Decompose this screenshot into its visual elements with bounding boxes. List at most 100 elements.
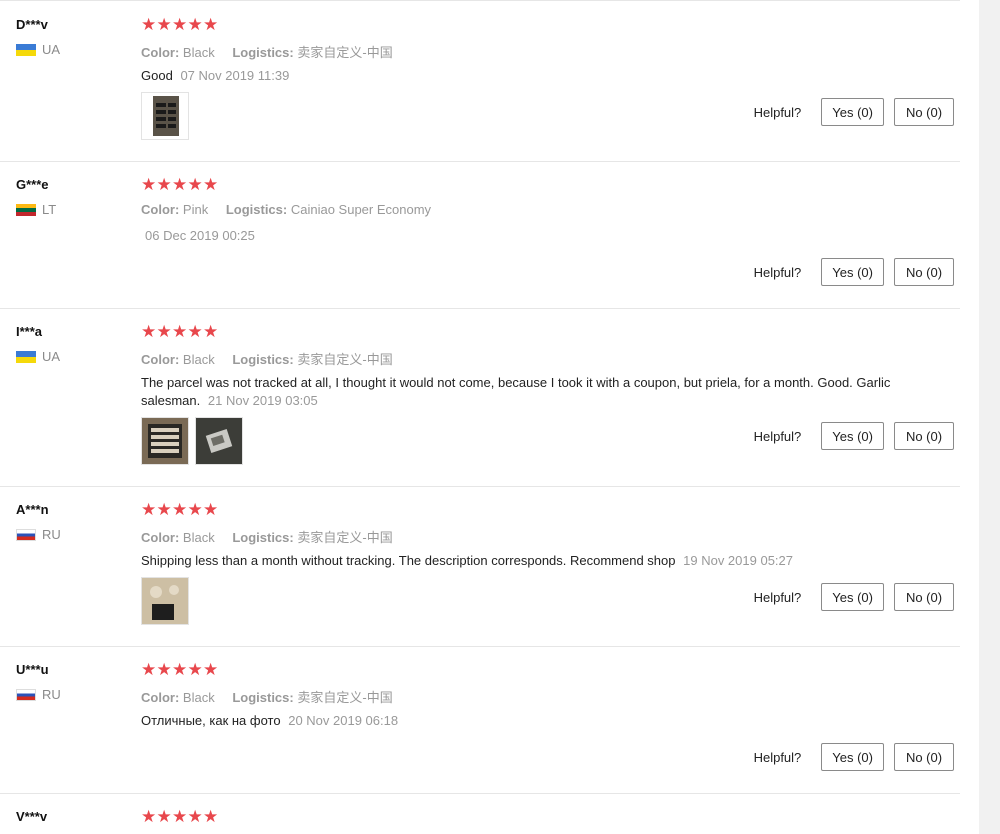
helpful-votes: Helpful? Yes (0) No (0) [754, 98, 954, 126]
star-icon: ★ [172, 500, 188, 519]
ukraine-flag-icon [16, 350, 36, 363]
country-code: LT [42, 202, 57, 217]
helpful-yes-button[interactable]: Yes (0) [821, 422, 884, 450]
reviewer-country: RU [16, 687, 61, 702]
country-code: RU [42, 527, 61, 542]
star-icon: ★ [141, 322, 157, 341]
star-rating: ★★★★★ [141, 322, 219, 342]
country-code: UA [42, 42, 61, 57]
star-icon: ★ [141, 175, 157, 194]
color-value: Black [182, 530, 215, 545]
review-item: G***e LT ★★★★★ Color: Pink Logistics: Ca… [0, 162, 960, 309]
review-item: I***a UA ★★★★★ Color: Black Logistics: 卖… [0, 309, 960, 487]
star-icon: ★ [172, 807, 188, 826]
star-icon: ★ [172, 660, 188, 679]
logistics-label: Logistics: [232, 45, 294, 60]
product-attributes: Color: Black Logistics: 卖家自定义-中国 [141, 527, 393, 546]
color-value: Black [182, 45, 215, 60]
reviewer-name: G***e [16, 177, 49, 192]
review-text: Good 07 Nov 2019 11:39 [141, 67, 901, 85]
logistics-label: Logistics: [232, 352, 294, 367]
helpful-no-button[interactable]: No (0) [894, 98, 954, 126]
review-photo-thumbnail[interactable] [141, 92, 189, 140]
logistics-value: 卖家自定义-中国 [297, 690, 393, 705]
helpful-label: Helpful? [753, 589, 802, 605]
logistics-value: 卖家自定义-中国 [297, 45, 393, 60]
review-photos [141, 417, 243, 465]
star-rating: ★★★★★ [141, 807, 219, 827]
star-rating: ★★★★★ [141, 15, 219, 35]
review-item: V***v ★★★★★ [0, 794, 960, 834]
star-icon: ★ [141, 500, 157, 519]
review-date: 19 Nov 2019 05:27 [683, 553, 793, 568]
reviewer-name: U***u [16, 662, 49, 677]
helpful-no-button[interactable]: No (0) [894, 258, 954, 286]
helpful-votes: Helpful? Yes (0) No (0) [754, 422, 954, 450]
star-icon: ★ [141, 660, 157, 679]
star-icon: ★ [187, 15, 203, 34]
vertical-scrollbar[interactable] [979, 0, 1000, 834]
ukraine-flag-icon [16, 43, 36, 56]
russia-flag-icon [16, 528, 36, 541]
review-date: 07 Nov 2019 11:39 [180, 68, 290, 83]
star-icon: ★ [172, 322, 188, 341]
star-icon: ★ [187, 807, 203, 826]
star-icon: ★ [141, 15, 157, 34]
color-label: Color: [141, 45, 180, 60]
helpful-yes-button[interactable]: Yes (0) [821, 258, 884, 286]
review-item: U***u RU ★★★★★ Color: Black Logistics: 卖… [0, 647, 960, 794]
helpful-yes-button[interactable]: Yes (0) [821, 98, 884, 126]
review-date: 20 Nov 2019 06:18 [288, 713, 399, 728]
helpful-no-button[interactable]: No (0) [894, 422, 954, 450]
product-attributes: Color: Black Logistics: 卖家自定义-中国 [141, 687, 393, 706]
star-icon: ★ [203, 807, 219, 826]
color-label: Color: [141, 690, 180, 705]
star-icon: ★ [187, 175, 203, 194]
color-value: Black [182, 690, 215, 705]
review-photo-thumbnail[interactable] [141, 577, 189, 625]
star-icon: ★ [156, 175, 172, 194]
helpful-label: Helpful? [753, 264, 802, 280]
russia-flag-icon [16, 688, 36, 701]
review-text: The parcel was not tracked at all, I tho… [141, 374, 901, 410]
helpful-no-button[interactable]: No (0) [894, 583, 954, 611]
helpful-no-button[interactable]: No (0) [894, 743, 954, 771]
star-icon: ★ [156, 322, 172, 341]
helpful-votes: Helpful? Yes (0) No (0) [754, 583, 954, 611]
star-icon: ★ [172, 175, 188, 194]
logistics-value: 卖家自定义-中国 [297, 352, 393, 367]
star-icon: ★ [156, 660, 172, 679]
review-item: D***v UA ★★★★★ Color: Black Logistics: 卖… [0, 2, 960, 162]
star-icon: ★ [141, 807, 157, 826]
review-date: 06 Dec 2019 00:25 [145, 228, 255, 243]
helpful-label: Helpful? [753, 428, 802, 444]
reviewer-country: RU [16, 527, 61, 542]
logistics-label: Logistics: [232, 530, 294, 545]
lithuania-flag-icon [16, 203, 36, 216]
color-label: Color: [141, 352, 180, 367]
helpful-yes-button[interactable]: Yes (0) [821, 583, 884, 611]
color-value: Black [182, 352, 215, 367]
star-icon: ★ [203, 15, 219, 34]
star-icon: ★ [187, 660, 203, 679]
helpful-label: Helpful? [753, 104, 802, 120]
logistics-value: 卖家自定义-中国 [297, 530, 393, 545]
divider [0, 0, 960, 1]
star-rating: ★★★★★ [141, 500, 219, 520]
reviewer-country: UA [16, 42, 60, 57]
star-icon: ★ [187, 322, 203, 341]
star-icon: ★ [172, 15, 188, 34]
review-photo-thumbnail[interactable] [141, 417, 189, 465]
review-photo-thumbnail[interactable] [195, 417, 243, 465]
helpful-yes-button[interactable]: Yes (0) [821, 743, 884, 771]
star-icon: ★ [187, 500, 203, 519]
color-label: Color: [141, 202, 180, 217]
star-rating: ★★★★★ [141, 175, 219, 195]
star-rating: ★★★★★ [141, 660, 219, 680]
review-body: Good [141, 68, 173, 83]
country-code: RU [42, 687, 61, 702]
color-value: Pink [182, 202, 209, 217]
product-attributes: Color: Black Logistics: 卖家自定义-中国 [141, 349, 393, 368]
reviewer-name: D***v [16, 17, 48, 32]
review-body: Отличные, как на фото [141, 713, 281, 728]
